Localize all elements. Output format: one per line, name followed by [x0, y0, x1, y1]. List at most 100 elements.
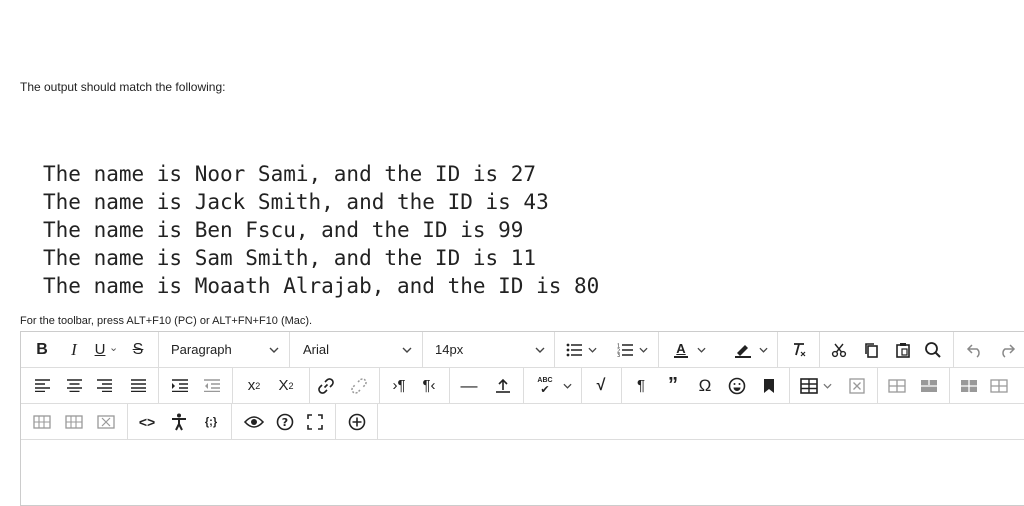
delete-table-icon[interactable]	[845, 368, 869, 403]
separator	[949, 368, 950, 403]
svg-text:?: ?	[282, 416, 288, 429]
separator	[127, 404, 128, 439]
font-family-value: Arial	[303, 342, 330, 357]
chevron-down-icon[interactable]	[561, 368, 573, 403]
output-line-2: The name is Jack Smith, and the ID is 43	[43, 190, 549, 214]
italic-button[interactable]: I	[63, 332, 85, 367]
svg-text:3: 3	[617, 353, 620, 357]
separator	[658, 332, 659, 367]
chevron-down-icon[interactable]	[821, 368, 833, 403]
outdent-icon[interactable]	[201, 368, 223, 403]
separator	[158, 332, 159, 367]
separator	[232, 368, 233, 403]
insert-icon[interactable]	[491, 368, 515, 403]
output-line-5: The name is Moaath Alrajab, and the ID i…	[43, 274, 600, 298]
chevron-down-icon[interactable]	[586, 332, 598, 367]
chevron-down-icon	[400, 332, 414, 367]
separator	[377, 404, 378, 439]
bullet-list-button[interactable]	[564, 332, 584, 367]
blockquote-icon[interactable]: ”	[661, 368, 685, 403]
paste-button[interactable]	[891, 332, 915, 367]
separator	[789, 368, 790, 403]
separator	[777, 332, 778, 367]
clear-formatting-button[interactable]	[787, 332, 811, 367]
redo-icon[interactable]	[995, 332, 1019, 367]
font-family-dropdown[interactable]: Arial	[303, 332, 413, 367]
separator	[953, 332, 954, 367]
separator	[289, 332, 290, 367]
editor-content-area[interactable]	[21, 440, 1024, 506]
separator	[158, 368, 159, 403]
superscript-icon[interactable]: x2	[241, 368, 267, 403]
text-color-button[interactable]: A	[671, 332, 691, 367]
separator	[554, 332, 555, 367]
table-insert-column-before-icon[interactable]	[31, 404, 53, 439]
separator	[449, 368, 450, 403]
block-format-dropdown[interactable]: Paragraph	[171, 332, 281, 367]
accessibility-icon[interactable]	[167, 404, 191, 439]
highlight-color-button[interactable]	[733, 332, 753, 367]
help-icon[interactable]: ?	[273, 404, 297, 439]
table-merge-cells-icon[interactable]	[917, 368, 941, 403]
output-line-3: The name is Ben Fscu, and the ID is 99	[43, 218, 524, 242]
table-row-properties-icon[interactable]	[885, 368, 909, 403]
spellcheck-icon[interactable]: ABC ✔	[533, 368, 557, 403]
chevron-down-icon	[533, 332, 547, 367]
rtl-paragraph-icon[interactable]: ¶‹	[417, 368, 441, 403]
underline-button[interactable]: U	[93, 332, 107, 367]
align-left-icon[interactable]	[31, 368, 53, 403]
emoji-icon[interactable]	[725, 368, 749, 403]
chevron-down-icon[interactable]	[695, 332, 707, 367]
copy-button[interactable]	[859, 332, 883, 367]
table-insert-column-after-icon[interactable]	[63, 404, 85, 439]
separator	[523, 368, 524, 403]
table-delete-column-icon[interactable]	[95, 404, 117, 439]
undo-icon[interactable]	[963, 332, 987, 367]
special-character-icon[interactable]: Ω	[693, 368, 717, 403]
bold-button[interactable]: B	[31, 332, 53, 367]
output-line-1: The name is Noor Sami, and the ID is 27	[43, 162, 537, 186]
separator	[422, 332, 423, 367]
chevron-down-icon[interactable]	[757, 332, 769, 367]
align-justify-icon[interactable]	[127, 368, 149, 403]
font-size-dropdown[interactable]: 14px	[435, 332, 545, 367]
indent-icon[interactable]	[169, 368, 191, 403]
toolbar-row-3: <> {;} ?	[21, 404, 1024, 440]
add-icon[interactable]	[345, 404, 369, 439]
cut-button[interactable]	[827, 332, 851, 367]
block-format-value: Paragraph	[171, 342, 232, 357]
fullscreen-icon[interactable]	[303, 404, 327, 439]
source-code-icon[interactable]: <>	[135, 404, 159, 439]
table-insert-row-icon[interactable]	[987, 368, 1011, 403]
toolbar-row-1: B I U ⌄ S Paragraph Arial 14px 1 2 3 A	[21, 332, 1024, 368]
link-icon[interactable]	[314, 368, 338, 403]
output-line-4: The name is Sam Smith, and the ID is 11	[43, 246, 537, 270]
unlink-icon[interactable]	[347, 368, 371, 403]
subscript-icon[interactable]: X2	[273, 368, 299, 403]
chevron-down-icon[interactable]	[637, 332, 649, 367]
paragraph-mark-icon[interactable]: ¶	[629, 368, 653, 403]
horizontal-line-icon[interactable]: —	[457, 368, 481, 403]
variables-icon[interactable]: {;}	[199, 404, 223, 439]
preview-eye-icon[interactable]	[241, 404, 267, 439]
ltr-paragraph-icon[interactable]: ›¶	[387, 368, 411, 403]
align-right-icon[interactable]	[93, 368, 115, 403]
numbered-list-button[interactable]: 123	[615, 332, 635, 367]
intro-text: The output should match the following:	[20, 80, 226, 94]
separator	[309, 368, 310, 403]
separator	[231, 404, 232, 439]
text-color-icon: A	[676, 340, 686, 356]
expected-output: The name is Noor Sami, and the ID is 27 T…	[43, 160, 599, 300]
font-size-value: 14px	[435, 342, 464, 357]
strikethrough-button[interactable]: S	[127, 332, 149, 367]
search-icon[interactable]	[921, 332, 945, 367]
align-center-icon[interactable]	[63, 368, 85, 403]
separator	[335, 404, 336, 439]
table-split-cells-icon[interactable]	[957, 368, 981, 403]
underline-chevron-icon[interactable]: ⌄	[109, 341, 118, 354]
math-equation-icon[interactable]: √	[589, 368, 613, 403]
separator	[581, 368, 582, 403]
table-icon[interactable]	[797, 368, 821, 403]
toolbar-row-2: x2 X2 ›¶ ¶‹ — ABC ✔ √ ¶ ” Ω	[21, 368, 1024, 404]
bookmark-icon[interactable]	[757, 368, 781, 403]
